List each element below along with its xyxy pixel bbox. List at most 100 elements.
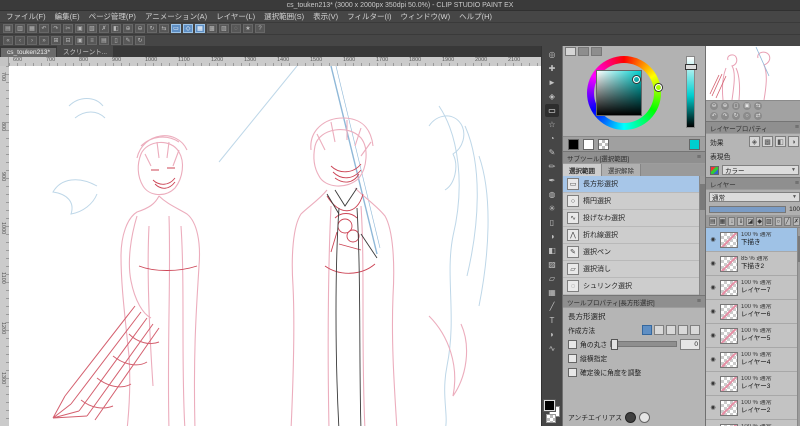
menu-item-4[interactable]: レイヤー(L) — [216, 11, 255, 22]
layer-row[interactable]: ◉ 100 % 通常 レイヤー6 — [706, 300, 800, 324]
sv-cursor[interactable] — [633, 76, 640, 83]
blend-mode-select[interactable]: 通常 ▼ — [709, 191, 800, 202]
nav-flip-icon[interactable]: ⇆ — [754, 102, 762, 110]
duplicate-page-icon[interactable]: ▣ — [75, 36, 85, 45]
select-from-selection-icon[interactable] — [678, 325, 688, 335]
add-selection-icon[interactable] — [654, 325, 664, 335]
story-editor-icon[interactable]: ≡ — [87, 36, 97, 45]
prev-page-icon[interactable]: ‹ — [15, 36, 25, 45]
antialias-on-button[interactable] — [639, 411, 651, 423]
layer-row[interactable]: ◉100 % 通常レイヤー1 — [706, 420, 800, 426]
eye-icon[interactable]: ◉ — [709, 404, 717, 411]
eye-icon[interactable]: ◉ — [709, 260, 717, 267]
lasso-select[interactable]: ∿ 投げなわ選択 — [563, 210, 705, 227]
main-color-chip[interactable] — [568, 138, 579, 150]
layer-move-tool[interactable]: ◈ — [545, 90, 559, 103]
undo-icon[interactable]: ↶ — [39, 24, 49, 33]
operation-tool[interactable]: ► — [545, 76, 559, 89]
new-selection-icon[interactable] — [642, 325, 652, 335]
copy-icon[interactable]: ▣ — [75, 24, 85, 33]
menu-item-0[interactable]: ファイル(F) — [6, 11, 46, 22]
shrink-select[interactable]: ◌ シュリンク選択 — [563, 278, 705, 295]
polyline-select[interactable]: ⋀ 折れ線選択 — [563, 227, 705, 244]
nav-rotate-right-icon[interactable]: ↷ — [721, 112, 729, 120]
roundness-slider[interactable] — [610, 339, 677, 350]
zoom-in-icon[interactable]: ⊕ — [123, 24, 133, 33]
fill-tool[interactable]: ◧ — [545, 244, 559, 257]
subtool-tab-1[interactable]: 選択解除 — [602, 164, 641, 176]
canvas[interactable] — [9, 66, 541, 426]
subtract-selection-icon[interactable] — [666, 325, 676, 335]
next-page-icon[interactable]: › — [27, 36, 37, 45]
selection-tool[interactable]: ▭ — [545, 104, 559, 117]
clip-at-layer-icon[interactable]: ◪ — [746, 216, 755, 226]
brush-tool[interactable]: ✒ — [545, 174, 559, 187]
show-transparent-icon[interactable]: ▨ — [219, 24, 229, 33]
layer-row[interactable]: ◉ 85 % 通常 下描き2 — [706, 252, 800, 276]
eye-icon[interactable]: ◉ — [709, 236, 717, 243]
aspect-checkbox[interactable] — [568, 353, 577, 363]
zoom-out-icon[interactable]: ⊖ — [135, 24, 145, 33]
gradient-tool[interactable]: ▨ — [545, 258, 559, 271]
cut-icon[interactable]: ✂ — [63, 24, 73, 33]
menu-item-2[interactable]: ページ管理(P) — [89, 11, 136, 22]
eyedropper-tool[interactable]: ◔ — [545, 132, 559, 145]
help-icon[interactable]: ? — [255, 24, 265, 33]
enable-mask-icon[interactable]: ○ — [774, 216, 782, 226]
nav-actual-size-icon[interactable]: ▣ — [743, 102, 751, 110]
fill-icon[interactable]: ◧ — [111, 24, 121, 33]
main-color-swatch[interactable] — [543, 399, 556, 412]
transparent-color-swatch[interactable] — [546, 414, 556, 423]
decoration-tool[interactable]: ✳ — [545, 202, 559, 215]
selection-pen[interactable]: ✎ 選択ペン — [563, 244, 705, 261]
flip-view-icon[interactable]: ⇆ — [159, 24, 169, 33]
layer-color-effect-icon[interactable]: ◧ — [775, 136, 786, 147]
subtool-tab-0[interactable]: 選択範囲 — [563, 164, 602, 176]
nav-reset-rotate-icon[interactable]: ↻ — [732, 112, 740, 120]
angle-adjust-checkbox[interactable] — [568, 367, 577, 377]
opacity-slider[interactable] — [709, 205, 787, 213]
layer-row[interactable]: ◉ 100 % 通常 レイヤー3 — [706, 372, 800, 396]
symmetry-selection-icon[interactable] — [690, 325, 700, 335]
new-folder-icon[interactable]: ▦ — [718, 216, 727, 226]
menu-item-1[interactable]: 編集(E) — [55, 11, 80, 22]
subtool-scrollbar[interactable] — [699, 176, 705, 295]
add-page-icon[interactable]: ⊞ — [51, 36, 61, 45]
layer-row[interactable]: ◉ 100 % 通常 レイヤー2 — [706, 396, 800, 420]
delete-layer-icon[interactable]: ✗ — [792, 216, 800, 226]
panel-menu-icon[interactable]: ≡ — [795, 124, 799, 131]
snap-ruler-icon[interactable]: ▭ — [171, 24, 181, 33]
color-wheel-tab[interactable] — [565, 47, 576, 56]
snap-grid-icon[interactable]: ▦ — [195, 24, 205, 33]
value-slider-handle[interactable] — [685, 64, 697, 70]
merge-down-icon[interactable]: ⇓ — [737, 216, 745, 226]
layer-row[interactable]: ◉ 100 % 通常 下描き — [706, 228, 800, 252]
new-layer-icon[interactable]: ▤ — [709, 216, 717, 226]
menu-item-8[interactable]: ウィンドウ(W) — [401, 11, 451, 22]
paste-icon[interactable]: ▧ — [87, 24, 97, 33]
edit-page-icon[interactable]: ✎ — [123, 36, 133, 45]
page-list-icon[interactable]: ▤ — [99, 36, 109, 45]
spread-view-icon[interactable]: ▯ — [111, 36, 121, 45]
menu-item-3[interactable]: アニメーション(A) — [145, 11, 207, 22]
move-tool[interactable]: ✚ — [545, 62, 559, 75]
figure-tool[interactable]: ▱ — [545, 272, 559, 285]
nav-reset-display-icon[interactable]: ○ — [743, 112, 751, 120]
eye-icon[interactable]: ◉ — [709, 356, 717, 363]
nav-fit-icon[interactable]: ◻ — [732, 102, 740, 110]
nav-rotate-left-icon[interactable]: ↶ — [710, 112, 718, 120]
color-slider-tab[interactable] — [578, 47, 589, 56]
rectangle-select[interactable]: ▭ 長方形選択 — [563, 176, 705, 193]
navigator-thumbnail[interactable] — [706, 46, 800, 101]
menu-item-5[interactable]: 選択範囲(S) — [264, 11, 304, 22]
expression-color-select[interactable]: カラー ▼ — [722, 165, 799, 175]
eye-icon[interactable]: ◉ — [709, 284, 717, 291]
nav-flip-horizontal-icon[interactable]: ⇄ — [754, 112, 762, 120]
ellipse-select[interactable]: ○ 楕円選択 — [563, 193, 705, 210]
eye-icon[interactable]: ◉ — [709, 380, 717, 387]
new-icon[interactable]: ▤ — [3, 24, 13, 33]
redo-icon[interactable]: ↷ — [51, 24, 61, 33]
blend-tool[interactable]: ◑ — [545, 230, 559, 243]
menu-item-6[interactable]: 表示(V) — [313, 11, 338, 22]
canvas-tab-1[interactable]: スクリーント... — [57, 45, 114, 57]
